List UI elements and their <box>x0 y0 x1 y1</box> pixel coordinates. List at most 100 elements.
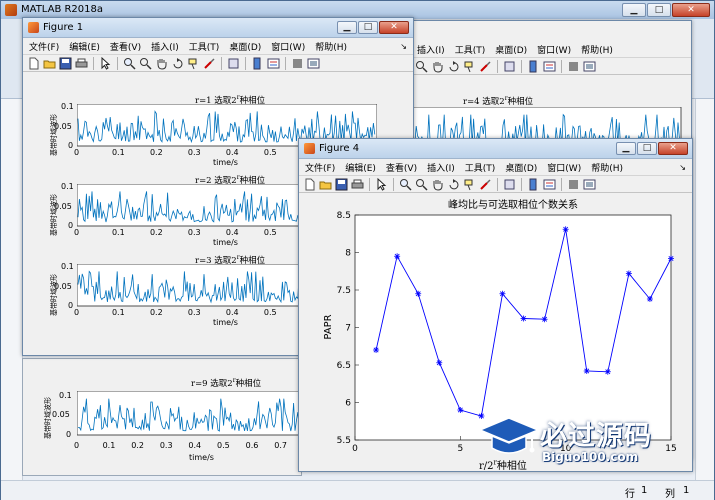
save-icon[interactable] <box>335 178 348 191</box>
data-point-marker <box>373 347 380 353</box>
subplot-r3-ylabel: 基带时域波形 <box>50 274 58 316</box>
subplot-r9-xlabel: time/s <box>189 453 214 462</box>
hide-plot-tools-icon[interactable] <box>567 178 580 191</box>
xtick: 0.4 <box>225 308 239 317</box>
new-figure-icon[interactable] <box>303 178 316 191</box>
data-cursor-icon[interactable] <box>463 60 476 73</box>
menu-tools[interactable]: 工具(T) <box>189 40 220 53</box>
minimize-button[interactable]: ▁ <box>616 142 636 155</box>
menu-window[interactable]: 窗口(W) <box>537 43 571 56</box>
subplot-r4-title: r=4 选取2r种相位 <box>463 95 534 107</box>
xtick: 0.2 <box>149 148 163 157</box>
legend-icon[interactable] <box>543 178 556 191</box>
figure-1-title-bar: Figure 1 ▁ □ ✕ <box>23 18 413 38</box>
menu-help[interactable]: 帮助(H) <box>591 161 623 174</box>
print-icon[interactable] <box>75 57 88 70</box>
status-row-value: 1 <box>641 485 648 496</box>
zoom-in-icon[interactable] <box>123 57 136 70</box>
new-figure-icon[interactable] <box>27 57 40 70</box>
toolbar-separator <box>521 177 522 191</box>
rotate-icon[interactable] <box>447 178 460 191</box>
ytick: 0.1 <box>59 391 72 400</box>
menu-help[interactable]: 帮助(H) <box>315 40 347 53</box>
xtick: 0 <box>74 228 80 237</box>
maximize-button[interactable]: □ <box>358 21 378 34</box>
legend-icon[interactable] <box>543 60 556 73</box>
close-button[interactable]: ✕ <box>672 3 710 17</box>
menu-edit[interactable]: 编辑(E) <box>345 161 376 174</box>
dock-arrow-icon[interactable]: ↘ <box>679 163 686 172</box>
menu-desktop[interactable]: 桌面(D) <box>505 161 537 174</box>
zoom-out-icon[interactable] <box>139 57 152 70</box>
legend-icon[interactable] <box>267 57 280 70</box>
xtick: 0.3 <box>159 441 173 450</box>
save-icon[interactable] <box>59 57 72 70</box>
open-file-icon[interactable] <box>319 178 332 191</box>
show-plot-tools-icon[interactable] <box>583 178 596 191</box>
close-button[interactable]: ✕ <box>658 142 688 155</box>
y-tick-label: 6.5 <box>337 361 351 371</box>
minimize-button[interactable]: ▁ <box>622 3 646 17</box>
subplot-r9-plot <box>77 391 303 436</box>
ytick: 0.05 <box>52 410 70 419</box>
ytick: 0.1 <box>61 182 74 191</box>
xtick: 0.1 <box>111 148 125 157</box>
pan-hand-icon[interactable] <box>431 60 444 73</box>
menu-window[interactable]: 窗口(W) <box>271 40 305 53</box>
zoom-in-icon[interactable] <box>399 178 412 191</box>
xtick: 0.5 <box>217 441 230 450</box>
open-file-icon[interactable] <box>43 57 56 70</box>
colorbar-icon[interactable] <box>527 60 540 73</box>
menu-insert[interactable]: 插入(I) <box>151 40 179 53</box>
xtick: 0.1 <box>102 441 116 450</box>
menu-insert[interactable]: 插入(I) <box>427 161 455 174</box>
maximize-button[interactable]: □ <box>647 3 671 17</box>
menu-view[interactable]: 查看(V) <box>110 40 141 53</box>
menu-insert[interactable]: 插入(I) <box>417 43 445 56</box>
figure-1-toolbar <box>23 54 413 72</box>
menu-file[interactable]: 文件(F) <box>305 161 335 174</box>
link-plot-icon[interactable] <box>503 60 516 73</box>
data-cursor-icon[interactable] <box>187 57 200 70</box>
rotate-icon[interactable] <box>447 60 460 73</box>
zoom-out-icon[interactable] <box>415 178 428 191</box>
show-plot-tools-icon[interactable] <box>307 57 320 70</box>
menu-desktop[interactable]: 桌面(D) <box>495 43 527 56</box>
rotate-icon[interactable] <box>171 57 184 70</box>
ytick: 0 <box>68 141 74 150</box>
menu-help[interactable]: 帮助(H) <box>581 43 613 56</box>
toolbar-separator <box>369 177 370 191</box>
menu-edit[interactable]: 编辑(E) <box>69 40 100 53</box>
edit-plot-arrow-icon[interactable] <box>375 177 388 191</box>
brush-icon[interactable] <box>479 178 492 191</box>
hide-plot-tools-icon[interactable] <box>567 60 580 73</box>
maximize-button[interactable]: □ <box>637 142 657 155</box>
minimize-button[interactable]: ▁ <box>337 21 357 34</box>
menu-view[interactable]: 查看(V) <box>386 161 417 174</box>
menu-tools[interactable]: 工具(T) <box>465 161 496 174</box>
y-tick-label: 5.5 <box>337 436 351 446</box>
menu-tools[interactable]: 工具(T) <box>455 43 486 56</box>
close-button[interactable]: ✕ <box>379 21 409 34</box>
edit-plot-arrow-icon[interactable] <box>99 56 112 70</box>
brush-icon[interactable] <box>203 57 216 70</box>
link-plot-icon[interactable] <box>227 57 240 70</box>
brush-icon[interactable] <box>479 60 492 73</box>
zoom-out-icon[interactable] <box>415 60 428 73</box>
data-cursor-icon[interactable] <box>463 178 476 191</box>
menu-desktop[interactable]: 桌面(D) <box>229 40 261 53</box>
print-icon[interactable] <box>351 178 364 191</box>
data-point-marker <box>583 368 590 374</box>
menu-window[interactable]: 窗口(W) <box>547 161 581 174</box>
hide-plot-tools-icon[interactable] <box>291 57 304 70</box>
pan-hand-icon[interactable] <box>431 178 444 191</box>
menu-file[interactable]: 文件(F) <box>29 40 59 53</box>
colorbar-icon[interactable] <box>527 178 540 191</box>
toolbar-separator <box>497 59 498 73</box>
show-plot-tools-icon[interactable] <box>583 60 596 73</box>
link-plot-icon[interactable] <box>503 178 516 191</box>
dock-arrow-icon[interactable]: ↘ <box>400 42 407 51</box>
xtick: 0.4 <box>188 441 202 450</box>
pan-hand-icon[interactable] <box>155 57 168 70</box>
colorbar-icon[interactable] <box>251 57 264 70</box>
